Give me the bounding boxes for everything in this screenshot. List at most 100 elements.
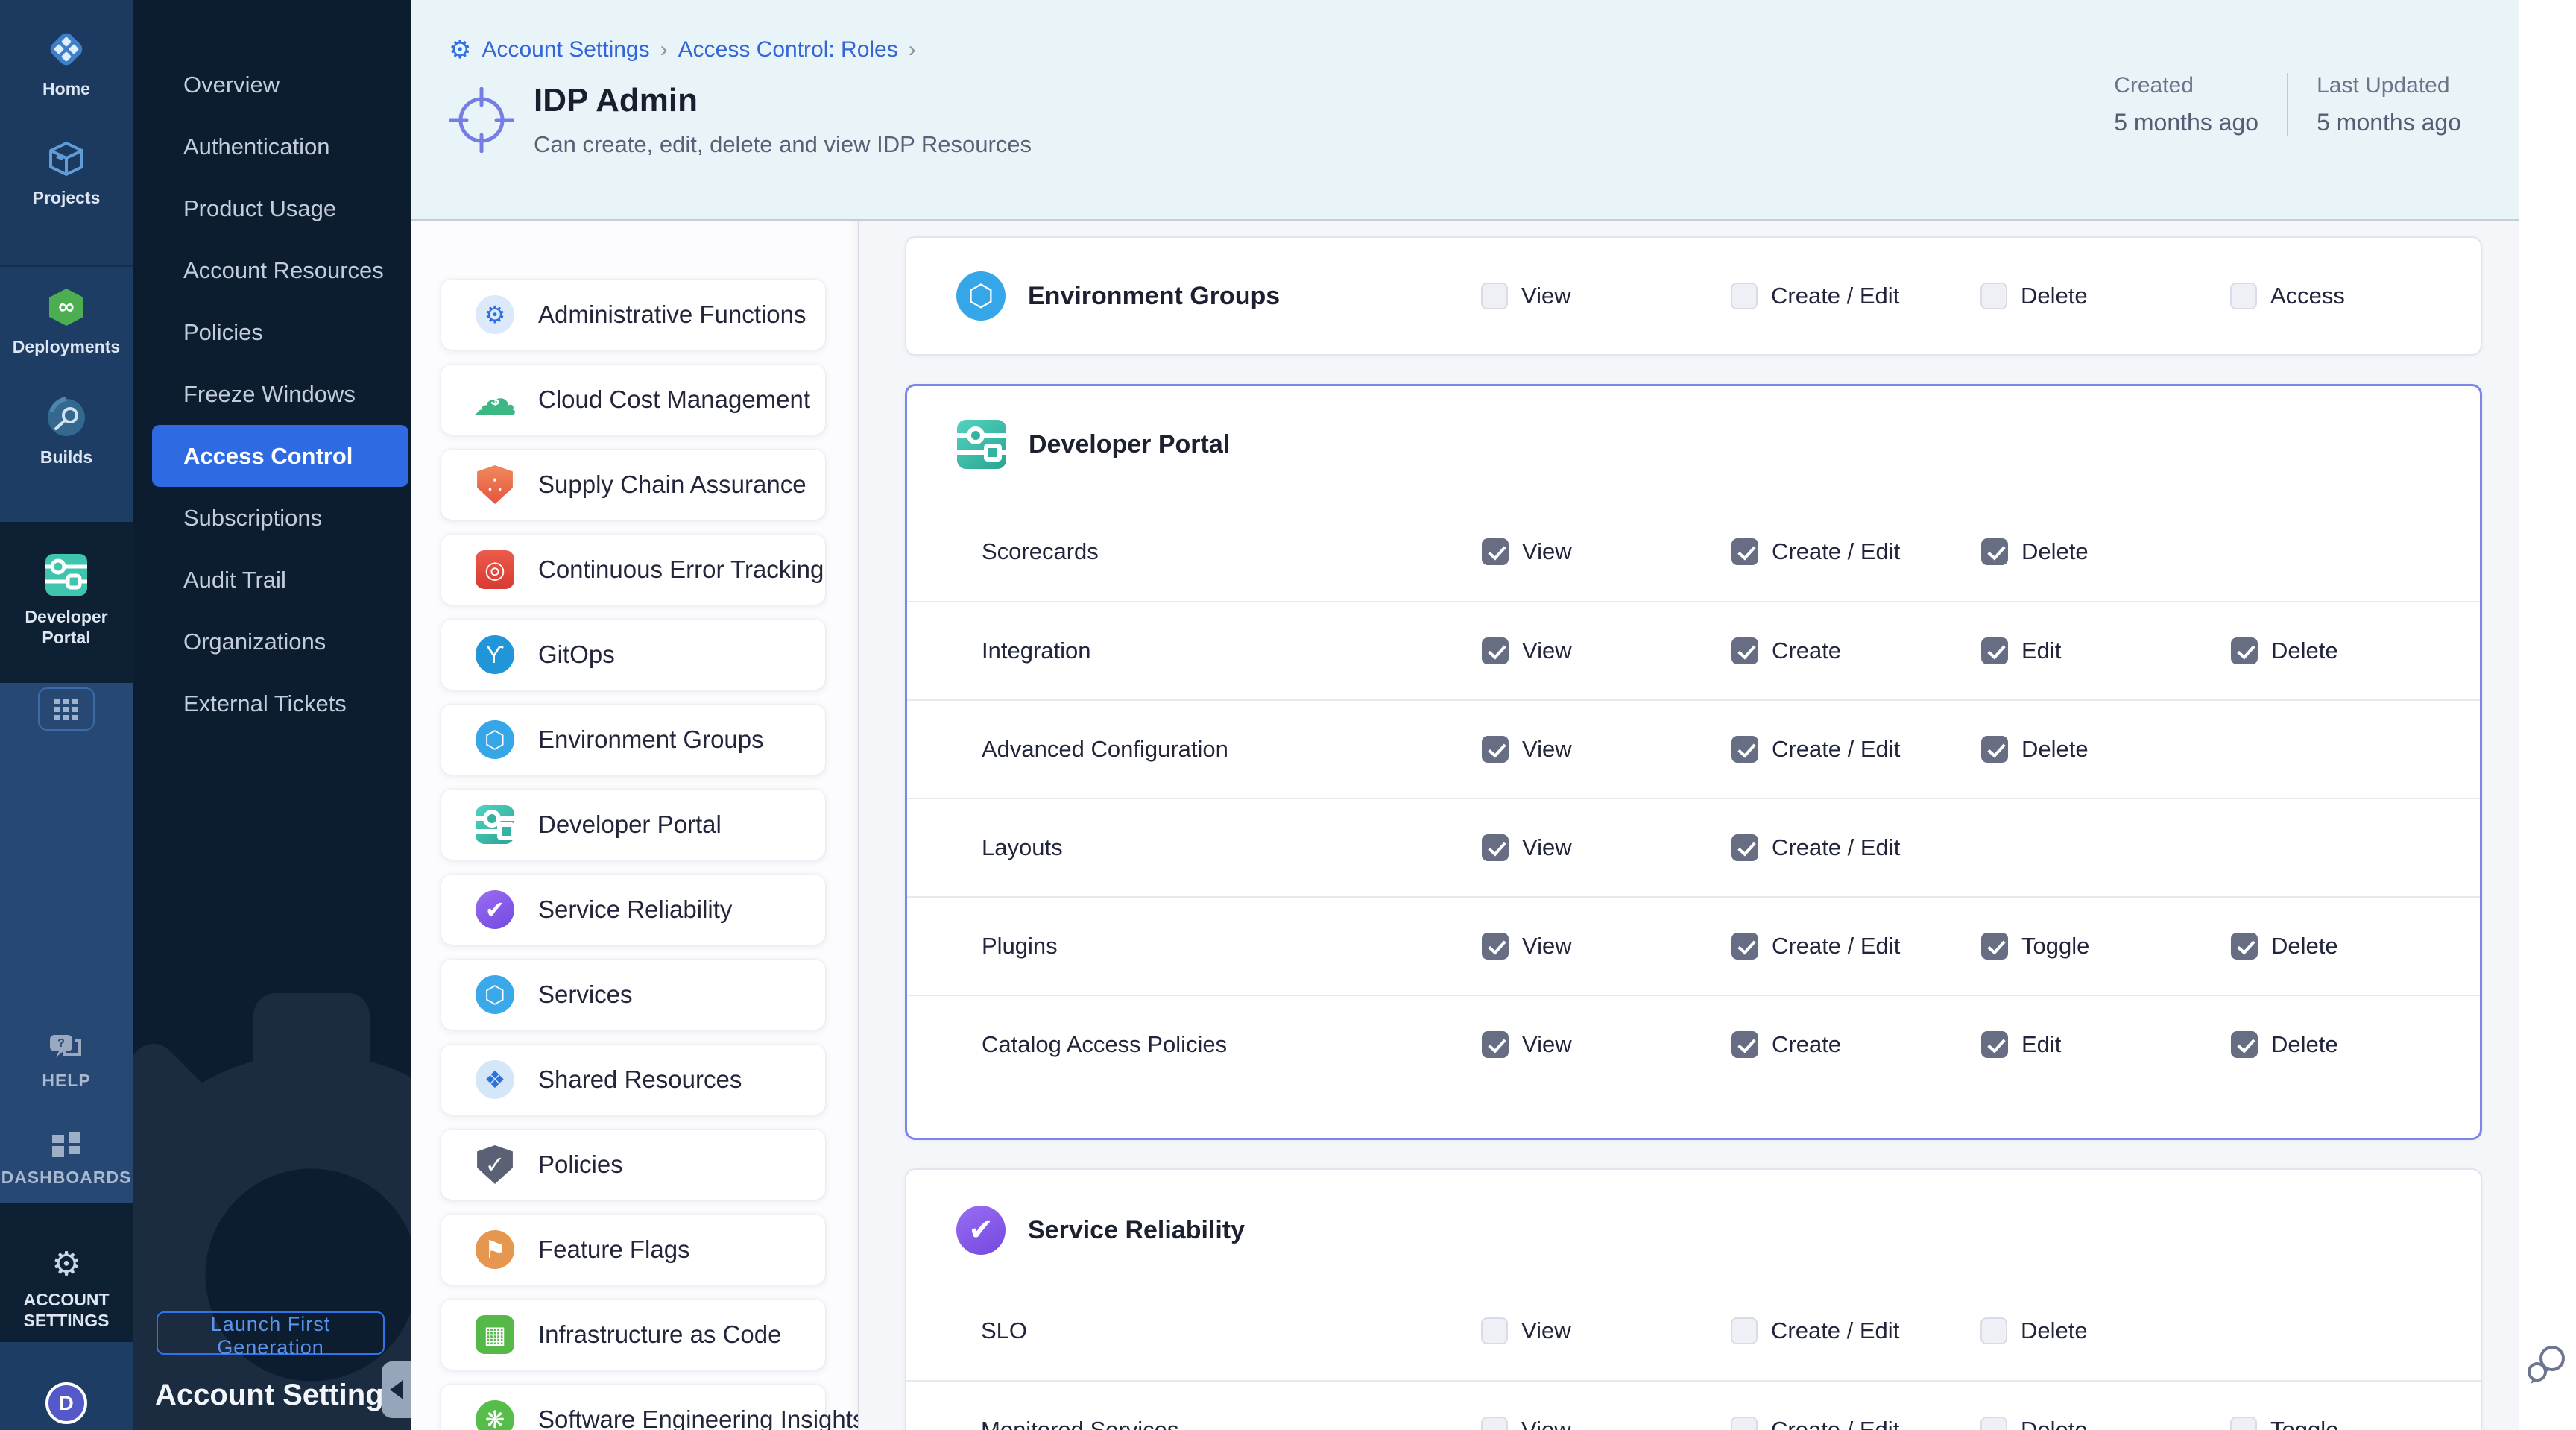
- sidebar-item-builds[interactable]: Builds: [0, 397, 133, 468]
- shared-resources-icon: ❖: [476, 1060, 514, 1099]
- sidebar-collapse-button[interactable]: [382, 1361, 411, 1418]
- delete-checkbox[interactable]: [2231, 933, 2258, 960]
- edit-checkbox[interactable]: [1981, 1031, 2008, 1058]
- create-checkbox[interactable]: [1731, 1031, 1758, 1058]
- permission-label: Create / Edit: [1772, 538, 1900, 565]
- launch-first-generation-button[interactable]: Launch First Generation: [157, 1311, 385, 1355]
- module-label: HELP: [42, 1071, 90, 1092]
- create-edit-checkbox[interactable]: [1731, 933, 1758, 960]
- sidebar-item-audit-trail[interactable]: Audit Trail: [133, 549, 411, 611]
- category-developer-portal[interactable]: Developer Portal: [441, 790, 825, 860]
- row-permissions: View Create / Edit: [1481, 1317, 2230, 1344]
- sidebar-item-product-usage[interactable]: Product Usage: [133, 177, 411, 239]
- view-checkbox[interactable]: [1481, 1417, 1508, 1430]
- sidebar-item-account-resources[interactable]: Account Resources: [133, 239, 411, 301]
- row-permissions: View Create / Edit: [1482, 834, 1981, 861]
- view-checkbox[interactable]: [1482, 538, 1509, 565]
- permission-cell: View: [1482, 736, 1731, 763]
- sidebar-item-policies[interactable]: Policies: [133, 301, 411, 363]
- create-checkbox[interactable]: [1731, 637, 1758, 664]
- sidebar-item-freeze-windows[interactable]: Freeze Windows: [133, 363, 411, 425]
- sidebar-item-authentication[interactable]: Authentication: [133, 116, 411, 177]
- delete-checkbox[interactable]: [2231, 1031, 2258, 1058]
- category-administrative-functions[interactable]: ⚙ Administrative Functions: [441, 280, 825, 350]
- delete-checkbox[interactable]: [1980, 1417, 2007, 1430]
- breadcrumb-link-access-control-roles[interactable]: Access Control: Roles: [678, 37, 898, 63]
- category-cloud-cost-management[interactable]: ☁ $ Cloud Cost Management: [441, 365, 825, 435]
- sidebar-item-developer-portal[interactable]: Developer Portal: [0, 552, 133, 648]
- service-reliability-icon: ✔: [476, 890, 514, 929]
- category-service-reliability[interactable]: ✔ Service Reliability: [441, 875, 825, 945]
- row-permissions: View Create / Edit: [1482, 736, 2231, 763]
- sidebar-item-subscriptions[interactable]: Subscriptions: [133, 487, 411, 549]
- category-supply-chain-assurance[interactable]: ∴ Supply Chain Assurance: [441, 450, 825, 520]
- developer-portal-module-icon: [43, 552, 89, 598]
- view-checkbox[interactable]: [1482, 933, 1509, 960]
- toggle-checkbox[interactable]: [1981, 933, 2008, 960]
- view-checkbox[interactable]: [1482, 1031, 1509, 1058]
- permission-section-developer-portal: Developer Portal Scorecards: [905, 384, 2482, 1140]
- chat-widget-icon[interactable]: [2525, 1333, 2570, 1394]
- category-shared-resources[interactable]: ❖ Shared Resources: [441, 1045, 825, 1115]
- view-checkbox[interactable]: [1482, 834, 1509, 861]
- gear-icon: ⚙: [51, 1248, 80, 1281]
- create-edit-checkbox[interactable]: [1731, 1317, 1758, 1344]
- avatar[interactable]: D: [45, 1382, 87, 1424]
- category-label: Administrative Functions: [538, 300, 806, 329]
- toggle-checkbox[interactable]: [2230, 1417, 2257, 1430]
- create-edit-checkbox[interactable]: [1731, 834, 1758, 861]
- create-edit-checkbox[interactable]: [1731, 736, 1758, 763]
- feature-flags-icon: ⚑: [476, 1230, 514, 1269]
- administrative-functions-icon: ⚙: [476, 295, 514, 334]
- category-label: Software Engineering Insights: [538, 1405, 859, 1430]
- view-checkbox[interactable]: [1481, 1317, 1508, 1344]
- view-checkbox[interactable]: [1481, 283, 1508, 309]
- sidebar-item-deployments[interactable]: ∞ Deployments: [0, 286, 133, 358]
- sidebar-item-overview[interactable]: Overview: [133, 54, 411, 116]
- category-policies[interactable]: ✓ Policies: [441, 1130, 825, 1200]
- delete-checkbox[interactable]: [1980, 283, 2007, 309]
- category-infrastructure-as-code[interactable]: ▦ Infrastructure as Code: [441, 1300, 825, 1370]
- view-checkbox[interactable]: [1482, 736, 1509, 763]
- sidebar-item-organizations[interactable]: Organizations: [133, 611, 411, 673]
- breadcrumb-link-account-settings[interactable]: Account Settings: [482, 37, 649, 63]
- section-rows: SLO View: [906, 1282, 2481, 1430]
- permission-cell: View: [1481, 283, 1731, 309]
- sidebar-item-projects[interactable]: Projects: [0, 139, 133, 209]
- edit-checkbox[interactable]: [1981, 637, 2008, 664]
- deployments-icon: ∞: [45, 286, 87, 328]
- environment-groups-icon: ⬡: [476, 720, 514, 759]
- sidebar-item-external-tickets[interactable]: External Tickets: [133, 673, 411, 734]
- permission-label: View: [1522, 1031, 1572, 1058]
- policies-icon: ✓: [476, 1145, 514, 1184]
- view-checkbox[interactable]: [1482, 637, 1509, 664]
- delete-checkbox[interactable]: [1981, 736, 2008, 763]
- create-edit-checkbox[interactable]: [1731, 1417, 1758, 1430]
- sidebar-item-account-settings[interactable]: ⚙ ACCOUNT SETTINGS: [0, 1248, 133, 1331]
- permission-row-label: Plugins: [982, 933, 1482, 960]
- sidebar-item-help[interactable]: ? HELP: [42, 1032, 90, 1092]
- sidebar-item-access-control[interactable]: Access Control: [152, 425, 408, 487]
- module-segment-home: Home Projects: [0, 0, 133, 267]
- category-label: GitOps: [538, 640, 615, 669]
- create-edit-checkbox[interactable]: [1731, 538, 1758, 565]
- permission-cell: Delete: [1980, 1317, 2230, 1344]
- delete-checkbox[interactable]: [1981, 538, 2008, 565]
- delete-checkbox[interactable]: [2231, 637, 2258, 664]
- category-environment-groups[interactable]: ⬡ Environment Groups: [441, 705, 825, 775]
- category-continuous-error-tracking[interactable]: ◎ Continuous Error Tracking: [441, 535, 825, 605]
- dashboards-icon: [51, 1130, 82, 1159]
- category-services[interactable]: ⬡ Services: [441, 960, 825, 1030]
- module-grid-button[interactable]: [38, 687, 95, 731]
- category-software-engineering-insights[interactable]: ❋ Software Engineering Insights: [441, 1385, 825, 1430]
- category-gitops[interactable]: ϒ GitOps: [441, 620, 825, 690]
- delete-checkbox[interactable]: [1980, 1317, 2007, 1344]
- access-checkbox[interactable]: [2230, 283, 2257, 309]
- category-feature-flags[interactable]: ⚑ Feature Flags: [441, 1215, 825, 1285]
- sidebar-item-home[interactable]: Home: [0, 28, 133, 100]
- infrastructure-as-code-icon: ▦: [476, 1315, 514, 1354]
- sidebar-item-dashboards[interactable]: DASHBOARDS: [1, 1130, 132, 1188]
- create-edit-checkbox[interactable]: [1731, 283, 1758, 309]
- section-header-permissions: View Create / Edit Delete: [1481, 283, 2480, 309]
- permission-cell: Delete: [1981, 736, 2231, 763]
